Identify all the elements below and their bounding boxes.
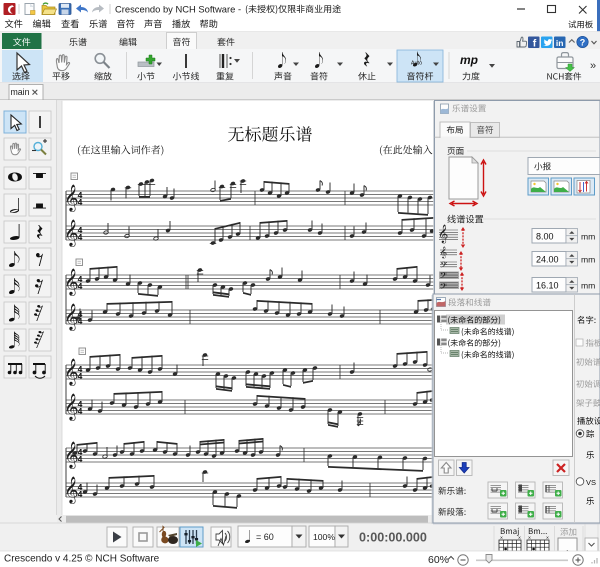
- svg-text:16.10: 16.10: [536, 281, 559, 291]
- svg-text:mm: mm: [581, 232, 595, 242]
- svg-text:×: ×: [518, 536, 521, 542]
- svg-text:4: 4: [78, 197, 83, 207]
- svg-text:24.00: 24.00: [536, 255, 559, 265]
- svg-text:Auto: Auto: [411, 61, 422, 67]
- svg-text:4: 4: [78, 489, 83, 499]
- svg-text:VS: VS: [586, 478, 596, 487]
- svg-text:Crescendo by NCH Software -: Crescendo by NCH Software -: [115, 3, 241, 14]
- svg-text:4: 4: [78, 454, 83, 464]
- svg-text:4: 4: [78, 406, 83, 416]
- svg-text:= 60: = 60: [256, 532, 274, 542]
- svg-text:mp: mp: [460, 53, 478, 67]
- svg-text:100%: 100%: [313, 532, 335, 542]
- svg-text:main: main: [10, 87, 29, 97]
- svg-text:×: ×: [500, 536, 503, 542]
- svg-text:×: ×: [546, 536, 549, 542]
- svg-text:»: »: [590, 60, 596, 72]
- svg-text:×: ×: [528, 536, 531, 542]
- svg-text:Crescendo v 4.25 © NCH Softwar: Crescendo v 4.25 © NCH Software: [4, 554, 160, 565]
- svg-text:8.00: 8.00: [536, 232, 554, 242]
- svg-text:60%: 60%: [428, 554, 449, 566]
- svg-text:4: 4: [78, 281, 83, 291]
- svg-text:mm: mm: [581, 255, 595, 265]
- svg-text:mm: mm: [581, 281, 595, 291]
- svg-text:0:00:00.000: 0:00:00.000: [359, 531, 427, 545]
- svg-text:?: ?: [580, 38, 586, 48]
- svg-text:4: 4: [78, 232, 83, 242]
- svg-text:f: f: [533, 38, 537, 50]
- svg-text:in: in: [556, 38, 564, 48]
- svg-text:4: 4: [78, 371, 83, 381]
